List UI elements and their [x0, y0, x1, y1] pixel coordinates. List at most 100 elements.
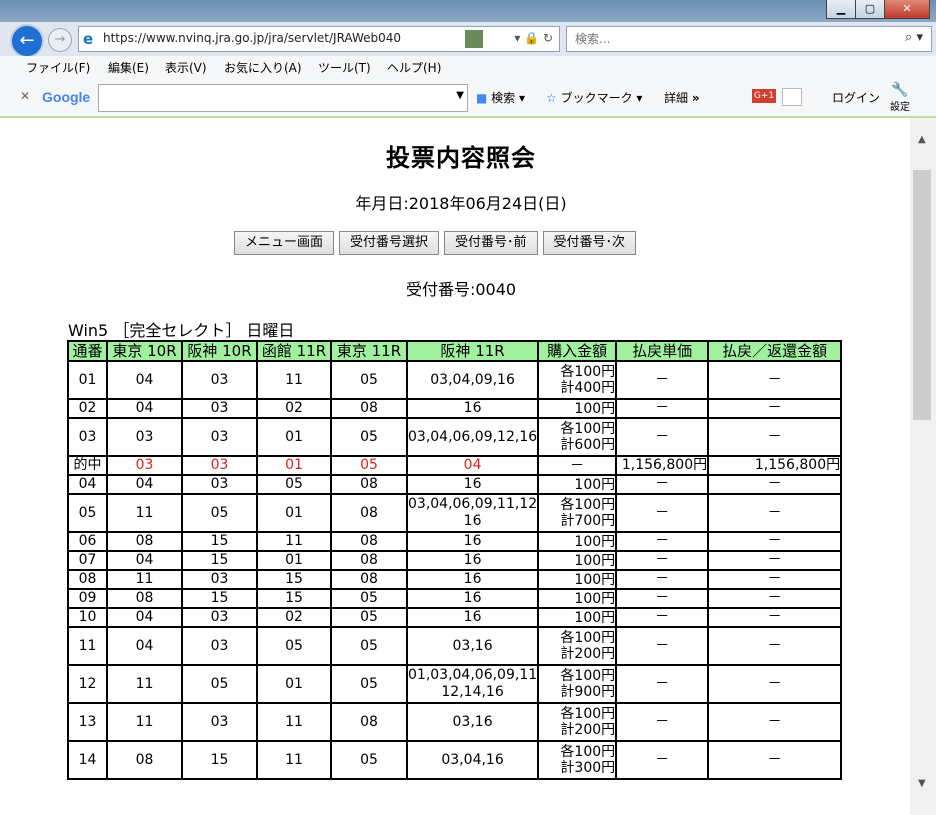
- wrench-icon: 🔧: [891, 82, 909, 98]
- race2-pick: 05: [181, 493, 258, 533]
- race1-pick: 04: [106, 626, 183, 666]
- payout-unit: －: [615, 607, 710, 628]
- race4-pick: 05: [330, 417, 408, 457]
- lock-refresh-icon[interactable]: ▾ 🔒 ↻: [514, 31, 553, 45]
- race3-pick: 05: [256, 474, 332, 495]
- race2-pick: 15: [181, 588, 258, 609]
- next-receipt-button[interactable]: 受付番号･次: [542, 231, 637, 255]
- race2-pick: 03: [181, 398, 258, 419]
- login-button[interactable]: ログイン: [832, 89, 880, 106]
- col-race2: 阪神 10R: [181, 340, 258, 362]
- menu-file[interactable]: ファイル(F): [26, 59, 90, 76]
- race1-pick: 08: [106, 740, 183, 780]
- purchase-amount: 100円: [537, 588, 618, 609]
- col-race4: 東京 11R: [330, 340, 408, 362]
- race5-pick: 04: [405, 455, 540, 476]
- scroll-up-icon[interactable]: ▲: [918, 134, 926, 145]
- close-button[interactable]: ✕: [884, 0, 930, 19]
- payout-unit: －: [615, 664, 710, 704]
- payout-unit: 1,156,800円: [615, 455, 710, 476]
- race5-pick: 03,16: [405, 626, 540, 666]
- payout-total: －: [707, 702, 843, 742]
- gplus-button[interactable]: G+1: [752, 89, 776, 103]
- payout-unit: －: [615, 626, 710, 666]
- purchase-amount: 100円: [537, 607, 618, 628]
- race5-pick: 16: [405, 588, 540, 609]
- race2-pick: 03: [181, 455, 258, 476]
- payout-total: －: [707, 398, 843, 419]
- race4-pick: 05: [330, 588, 408, 609]
- race5-pick: 16: [405, 531, 540, 552]
- menu-edit[interactable]: 編集(E): [108, 59, 149, 76]
- search-input[interactable]: [573, 31, 877, 47]
- menu-favorites[interactable]: お気に入り(A): [224, 59, 302, 76]
- details-button[interactable]: 詳細 »: [664, 89, 700, 106]
- race4-pick: 05: [330, 740, 408, 780]
- race3-pick: 05: [256, 626, 332, 666]
- payout-total: －: [707, 626, 843, 666]
- race3-pick: 01: [256, 550, 332, 571]
- payout-unit: －: [615, 702, 710, 742]
- race5-pick: 16: [405, 550, 540, 571]
- minimize-button[interactable]: ▁: [826, 0, 856, 19]
- table-row: 13 11 03 11 08 03,16 各100円 計200円－－: [67, 702, 843, 742]
- col-payout-total: 払戻／返還金額: [707, 340, 843, 362]
- receipt-number: 受付番号:0040: [405, 280, 517, 299]
- google-icon: ■: [476, 91, 488, 105]
- payout-total: －: [707, 550, 843, 571]
- table-row: 08 11 03 15 08 16 100円－－: [67, 569, 843, 590]
- row-number: 03: [67, 417, 108, 457]
- race1-pick: 04: [106, 550, 183, 571]
- purchase-amount: 各100円 計900円: [537, 664, 618, 704]
- google-search-input[interactable]: ▼: [98, 84, 468, 112]
- payout-unit: －: [615, 360, 710, 400]
- purchase-amount: 100円: [537, 474, 618, 495]
- race3-pick: 02: [256, 398, 332, 419]
- menu-view[interactable]: 表示(V): [165, 59, 207, 76]
- race5-pick: 03,04,06,09,11,12 16: [405, 493, 540, 533]
- purchase-amount: 100円: [537, 398, 618, 419]
- payout-unit: －: [615, 417, 710, 457]
- payout-total: －: [707, 569, 843, 590]
- dropdown-icon[interactable]: ▼: [456, 90, 464, 101]
- menu-tools[interactable]: ツール(T): [318, 59, 371, 76]
- table-header: 通番 東京 10R 阪神 10R 函館 11R 東京 11R 阪神 11R 購入…: [67, 340, 843, 362]
- menu-help[interactable]: ヘルプ(H): [387, 59, 441, 76]
- race3-pick: 15: [256, 569, 332, 590]
- settings-button[interactable]: 🔧 設定: [890, 82, 910, 113]
- menu-screen-button[interactable]: メニュー画面: [234, 231, 335, 255]
- google-search-button[interactable]: ■ 検索 ▾: [476, 89, 525, 106]
- browser-search[interactable]: ⌕ ▾: [566, 26, 932, 52]
- maximize-button[interactable]: ▢: [855, 0, 885, 19]
- table-row: 02 04 03 02 08 16 100円－－: [67, 398, 843, 419]
- payout-unit: －: [615, 493, 710, 533]
- race4-pick: 08: [330, 569, 408, 590]
- scroll-thumb[interactable]: [913, 170, 931, 420]
- nav-buttons: メニュー画面 受付番号選択 受付番号･前 受付番号･次: [234, 231, 641, 255]
- window-titlebar: ▁ ▢ ✕: [0, 0, 936, 22]
- back-button[interactable]: ←: [10, 24, 44, 58]
- search-icon[interactable]: ⌕ ▾: [905, 30, 923, 45]
- race3-pick: 11: [256, 360, 332, 400]
- race3-pick: 01: [256, 664, 332, 704]
- race2-pick: 03: [181, 474, 258, 495]
- row-number: 10: [67, 607, 108, 628]
- scroll-down-icon[interactable]: ▼: [918, 778, 926, 789]
- table-row: 11 04 03 05 05 03,16 各100円 計200円－－: [67, 626, 843, 666]
- payout-total: －: [707, 474, 843, 495]
- menu-bar: ファイル(F) 編集(E) 表示(V) お気に入り(A) ツール(T) ヘルプ(…: [0, 56, 936, 78]
- row-number: 14: [67, 740, 108, 780]
- url-field[interactable]: e https://www.nvinq.jra.go.jp/jra/servle…: [78, 26, 560, 52]
- bookmark-button[interactable]: ☆ ブックマーク ▾: [546, 89, 642, 106]
- vertical-scrollbar[interactable]: ▲ ▼: [910, 118, 936, 815]
- close-toolbar-icon[interactable]: ✕: [20, 89, 30, 103]
- row-number: 01: [67, 360, 108, 400]
- forward-button[interactable]: →: [48, 28, 72, 52]
- prev-receipt-button[interactable]: 受付番号･前: [444, 231, 538, 255]
- race3-pick: 11: [256, 740, 332, 780]
- race2-pick: 03: [181, 417, 258, 457]
- purchase-amount: 100円: [537, 531, 618, 552]
- select-receipt-button[interactable]: 受付番号選択: [339, 231, 440, 255]
- purchase-amount: 100円: [537, 550, 618, 571]
- compat-view-icon[interactable]: [465, 30, 483, 48]
